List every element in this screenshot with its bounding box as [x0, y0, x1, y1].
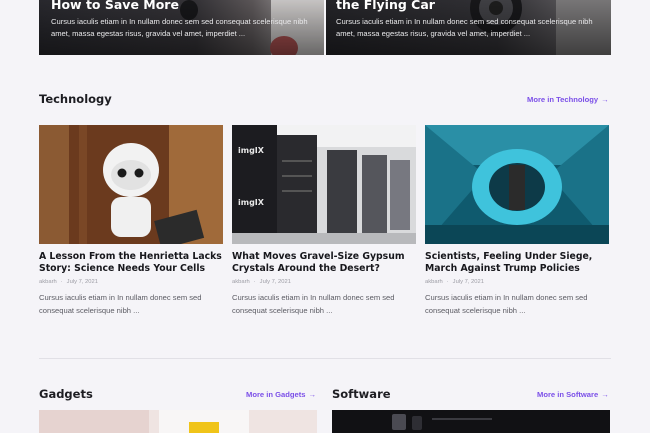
post-date: July 7, 2021 — [452, 279, 484, 285]
arrow-right-icon: → — [601, 95, 609, 104]
post-excerpt: Cursus iaculis etiam in In nullam donec … — [232, 293, 395, 315]
post-card[interactable]: A Lesson From the Henrietta Lacks Story:… — [39, 125, 223, 317]
post-card[interactable]: imgIX imgIX What Moves Gravel-Size Gypsu… — [232, 125, 416, 317]
post-excerpt: Cursus iaculis etiam in In nullam donec … — [39, 293, 202, 315]
post-excerpt: Cursus iaculis etiam in In nullam donec … — [425, 293, 588, 315]
more-link-label: More in Gadgets — [246, 390, 306, 399]
hero-card-left[interactable]: How to Save More Cursus iaculis etiam in… — [39, 0, 324, 55]
post-date: July 7, 2021 — [259, 279, 291, 285]
keyboard-photo — [332, 410, 610, 433]
reactor-image — [425, 125, 609, 244]
section-title-technology: Technology — [39, 92, 112, 106]
imgix-logo: imgIX — [238, 198, 265, 207]
post-title[interactable]: Scientists, Feeling Under Siege, March A… — [425, 251, 609, 275]
post-meta: akbarh · July 7, 2021 — [232, 279, 291, 285]
post-title[interactable]: What Moves Gravel-Size Gypsum Crystals A… — [232, 251, 416, 275]
post-meta: akbarh · July 7, 2021 — [425, 279, 484, 285]
post-thumbnail[interactable] — [39, 125, 223, 244]
server-room-image: imgIX imgIX — [232, 125, 416, 244]
hero-excerpt: Cursus iaculis etiam in In nullam donec … — [336, 17, 593, 38]
robot-image — [39, 125, 223, 244]
software-featured-image[interactable] — [332, 410, 610, 433]
more-link-label: More in Software — [537, 390, 599, 399]
post-date: July 7, 2021 — [66, 279, 98, 285]
section-divider — [39, 358, 611, 359]
more-in-software-link[interactable]: More in Software → — [537, 390, 609, 399]
more-link-label: More in Technology — [527, 95, 599, 104]
section-title-software: Software — [332, 387, 391, 401]
hero-title[interactable]: the Flying Car — [336, 0, 435, 12]
post-thumbnail[interactable] — [425, 125, 609, 244]
post-thumbnail[interactable]: imgIX imgIX — [232, 125, 416, 244]
post-title[interactable]: A Lesson From the Henrietta Lacks Story:… — [39, 251, 223, 275]
arrow-right-icon: → — [308, 390, 317, 399]
post-meta: akbarh · July 7, 2021 — [39, 279, 98, 285]
post-author[interactable]: akbarh — [232, 279, 250, 285]
section-title-gadgets: Gadgets — [39, 387, 93, 401]
post-author[interactable]: akbarh — [425, 279, 443, 285]
post-author[interactable]: akbarh — [39, 279, 57, 285]
hero-card-right[interactable]: the Flying Car Cursus iaculis etiam in I… — [326, 0, 611, 55]
hero-excerpt: Cursus iaculis etiam in In nullam donec … — [51, 17, 308, 38]
imgix-logo: imgIX — [238, 146, 265, 155]
post-card[interactable]: Scientists, Feeling Under Siege, March A… — [425, 125, 609, 317]
hero-title[interactable]: How to Save More — [51, 0, 179, 12]
gadgets-featured-image[interactable] — [39, 410, 317, 433]
arrow-right-icon: → — [601, 390, 609, 399]
gadget-photo — [39, 410, 317, 433]
more-in-gadgets-link[interactable]: More in Gadgets → — [246, 390, 316, 399]
more-in-technology-link[interactable]: More in Technology → — [527, 95, 609, 104]
